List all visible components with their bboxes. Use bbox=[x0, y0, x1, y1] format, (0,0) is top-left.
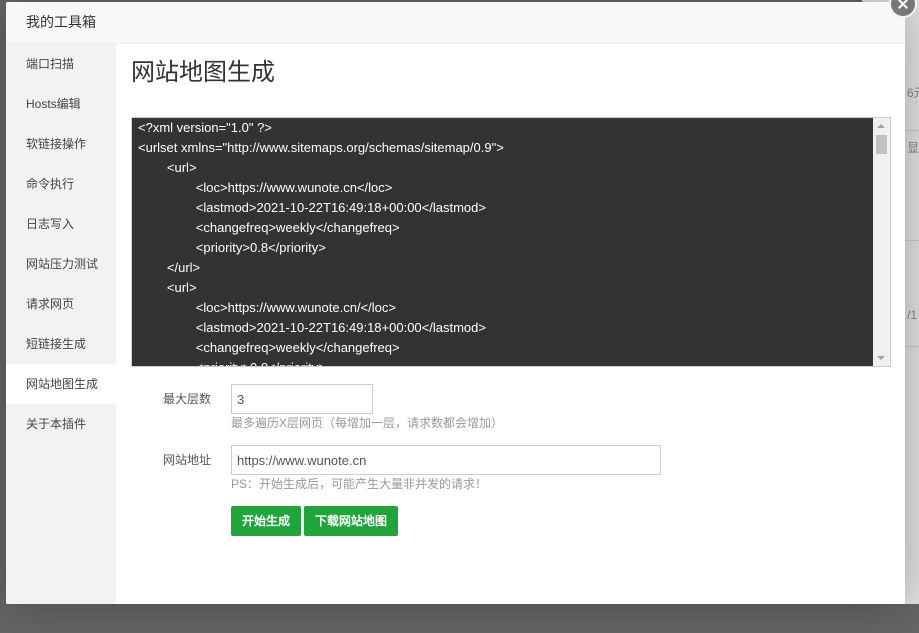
sidebar-item-short-link[interactable]: 短链接生成 bbox=[6, 324, 116, 364]
close-icon bbox=[891, 0, 915, 16]
main-panel: 网站地图生成 <?xml version="1.0" ?> <urlset xm… bbox=[116, 44, 905, 604]
site-url-input[interactable] bbox=[231, 445, 661, 475]
vertical-scrollbar[interactable] bbox=[873, 118, 890, 366]
site-url-help: PS：开始生成后，可能产生大量非并发的请求！ bbox=[231, 477, 488, 491]
sidebar-item-log-write[interactable]: 日志写入 bbox=[6, 204, 116, 244]
sidebar-item-request-page[interactable]: 请求网页 bbox=[6, 284, 116, 324]
background-text-fragment: /1 bbox=[907, 308, 918, 322]
sidebar-item-hosts-edit[interactable]: Hosts编辑 bbox=[6, 84, 116, 124]
dialog-title: 我的工具箱 bbox=[26, 14, 96, 30]
sidebar-item-port-scan[interactable]: 端口扫描 bbox=[6, 44, 116, 84]
download-sitemap-button[interactable]: 下载网站地图 bbox=[304, 506, 398, 536]
sitemap-output[interactable]: <?xml version="1.0" ?> <urlset xmlns="ht… bbox=[132, 118, 890, 366]
arrow-down-icon bbox=[877, 356, 885, 360]
site-url-label: 网站地址 bbox=[162, 453, 211, 467]
sidebar-item-command-exec[interactable]: 命令执行 bbox=[6, 164, 116, 204]
arrow-up-icon bbox=[877, 124, 885, 128]
sitemap-output-box: <?xml version="1.0" ?> <urlset xmlns="ht… bbox=[131, 117, 891, 367]
sidebar-item-sitemap[interactable]: 网站地图生成 bbox=[6, 364, 116, 404]
page-title: 网站地图生成 bbox=[131, 59, 275, 86]
tool-sidebar: 端口扫描 Hosts编辑 软链接操作 命令执行 日志写入 网站压力测试 请求网页… bbox=[6, 44, 116, 604]
background-text-fragment: 6元 bbox=[907, 86, 919, 100]
scrollbar-thumb[interactable] bbox=[876, 135, 887, 154]
dialog-header[interactable]: 我的工具箱 bbox=[6, 2, 905, 44]
max-depth-input[interactable] bbox=[231, 384, 373, 414]
toolbox-dialog: 我的工具箱 端口扫描 Hosts编辑 软链接操作 命令执行 日志写入 网站压力测… bbox=[6, 2, 905, 604]
start-generate-button[interactable]: 开始生成 bbox=[231, 506, 301, 536]
sidebar-item-stress-test[interactable]: 网站压力测试 bbox=[6, 244, 116, 284]
sidebar-item-symlink[interactable]: 软链接操作 bbox=[6, 124, 116, 164]
scroll-down-button[interactable] bbox=[873, 349, 890, 366]
max-depth-label: 最大层数 bbox=[162, 392, 211, 406]
max-depth-help: 最多遍历X层网页（每增加一层，请求数都会增加） bbox=[231, 416, 504, 430]
sidebar-item-about[interactable]: 关于本插件 bbox=[6, 404, 116, 444]
close-button[interactable] bbox=[889, 0, 917, 18]
background-text-fragment: 显示 bbox=[907, 141, 919, 155]
scroll-up-button[interactable] bbox=[873, 118, 890, 135]
